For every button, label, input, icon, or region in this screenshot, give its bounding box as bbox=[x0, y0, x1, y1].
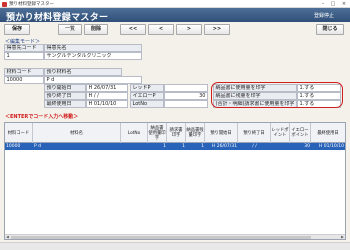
col-lot[interactable]: LotNo bbox=[121, 123, 148, 143]
os-window-title: 預り材料登録マスター bbox=[9, 2, 54, 7]
material-code-input[interactable]: 10000 bbox=[4, 76, 44, 84]
highlight-annotation bbox=[211, 82, 343, 108]
col-last-used[interactable]: 最終使用日 bbox=[311, 123, 345, 143]
col-print-usage[interactable]: 納品書 使用量印字 bbox=[148, 123, 167, 143]
save-button[interactable]: 保存 bbox=[4, 24, 30, 35]
table-row[interactable]: 10000 P d 1 1 1 H 26/07/31 / / 30 H 01/1… bbox=[5, 143, 345, 150]
close-button[interactable]: 閉じる bbox=[316, 24, 344, 35]
page-title: 預かり材料登録マスター bbox=[6, 12, 109, 23]
mode-indicator: 登録停止 bbox=[313, 13, 334, 19]
start-date-input[interactable]: H 26/07/31 bbox=[86, 84, 128, 92]
cell-invoice-print: 1 bbox=[182, 144, 185, 149]
col-print-remaining[interactable]: 納品書残 量印字 bbox=[186, 123, 205, 143]
col-start-date[interactable]: 預り開始日 bbox=[205, 123, 238, 143]
table-header: 材料コード 材料名 LotNo 納品書 使用量印字 請求書 印字 納品書残 量印… bbox=[5, 123, 345, 143]
last-used-field: H 01/10/10 bbox=[86, 100, 128, 108]
cell-red-point bbox=[271, 143, 290, 150]
customer-name-field: サングルデンタルクリニック bbox=[44, 52, 142, 60]
maximize-button[interactable]: □ bbox=[328, 0, 338, 8]
minimize-button[interactable]: – bbox=[318, 0, 328, 8]
lot-input[interactable] bbox=[164, 100, 208, 108]
customer-name-label: 得意先名 bbox=[44, 44, 142, 52]
start-date-label: 預り開始日 bbox=[44, 84, 86, 92]
app-header: 預かり材料登録マスター 登録停止 bbox=[0, 8, 350, 23]
red-point-input[interactable] bbox=[164, 84, 208, 92]
cell-last-used: H 01/10/10 bbox=[318, 144, 344, 149]
first-record-button[interactable]: << bbox=[120, 24, 146, 35]
status-bar bbox=[0, 242, 350, 250]
enter-hint-label: ＜ENTERでコード入力へ移動＞ bbox=[5, 114, 79, 120]
end-date-label: 預り終了日 bbox=[44, 92, 86, 100]
material-table[interactable]: 材料コード 材料名 LotNo 納品書 使用量印字 請求書 印字 納品書残 量印… bbox=[4, 122, 346, 240]
col-end-date[interactable]: 預り終了日 bbox=[238, 123, 271, 143]
cell-print-usage: 1 bbox=[163, 144, 166, 149]
col-material-name[interactable]: 材料名 bbox=[33, 123, 121, 143]
material-name-input[interactable]: P d bbox=[44, 76, 142, 84]
list-button[interactable]: 一覧 bbox=[58, 24, 82, 35]
cell-material-name: P d bbox=[34, 144, 42, 149]
red-point-label: レッドP bbox=[130, 84, 164, 92]
cell-print-remaining: 1 bbox=[201, 144, 204, 149]
horizontal-scrollbar[interactable]: ◀ ▶ bbox=[5, 234, 345, 239]
col-invoice-print[interactable]: 請求書 印字 bbox=[167, 123, 186, 143]
scroll-right-icon[interactable]: ▶ bbox=[340, 235, 345, 239]
customer-code-label: 得意先コード bbox=[4, 44, 44, 52]
app-icon bbox=[2, 1, 7, 7]
cell-material-code: 10000 bbox=[6, 144, 21, 149]
cell-start-date: H 26/07/31 bbox=[211, 144, 237, 149]
last-record-button[interactable]: >> bbox=[204, 24, 230, 35]
delete-button[interactable]: 削除 bbox=[84, 24, 108, 35]
scrollbar-thumb[interactable] bbox=[11, 236, 311, 239]
end-date-input[interactable]: H / / bbox=[86, 92, 128, 100]
yellow-point-input[interactable]: 30 bbox=[164, 92, 208, 100]
cell-end-date: / / bbox=[252, 144, 257, 149]
material-name-label: 預り材料名 bbox=[44, 68, 122, 76]
os-title-bar: 預り材料登録マスター – □ × bbox=[0, 0, 350, 8]
prev-record-button[interactable]: < bbox=[148, 24, 174, 35]
yellow-point-label: イエローP bbox=[130, 92, 164, 100]
material-code-label: 材料コード bbox=[4, 68, 44, 76]
window-close-button[interactable]: × bbox=[339, 0, 349, 8]
cell-lot bbox=[121, 143, 148, 150]
next-record-button[interactable]: > bbox=[176, 24, 202, 35]
scroll-left-icon[interactable]: ◀ bbox=[5, 235, 10, 239]
col-material-code[interactable]: 材料コード bbox=[5, 123, 33, 143]
customer-code-input[interactable]: 1 bbox=[4, 52, 44, 60]
app-window: 預り材料登録マスター – □ × 預かり材料登録マスター 登録停止 保存 一覧 … bbox=[0, 0, 350, 250]
col-yellow-point[interactable]: イエロー ポイント bbox=[290, 123, 311, 143]
cell-yellow-point: 30 bbox=[304, 144, 310, 149]
last-used-label: 最終使用日 bbox=[44, 100, 86, 108]
col-red-point[interactable]: レッドポ イント bbox=[271, 123, 290, 143]
lot-label: LotNo bbox=[130, 100, 164, 108]
